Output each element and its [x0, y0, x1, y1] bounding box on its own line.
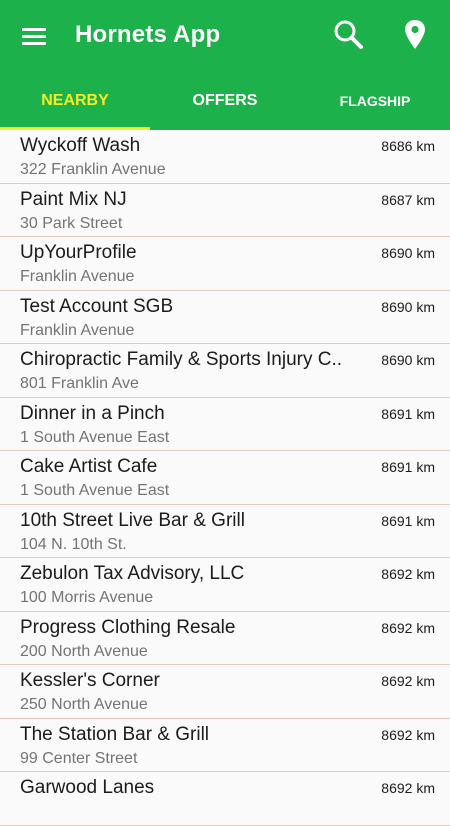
- place-name: Kessler's Corner: [20, 670, 160, 691]
- place-distance: 8691 km: [381, 405, 435, 422]
- place-address: Franklin Avenue: [20, 321, 135, 339]
- places-list[interactable]: Wyckoff Wash 322 Franklin Avenue 8686 km…: [0, 130, 450, 826]
- app-bar: Hornets App: [0, 0, 450, 72]
- hamburger-menu-icon[interactable]: [18, 22, 52, 50]
- list-item[interactable]: Paint Mix NJ 30 Park Street 8687 km: [0, 183, 450, 237]
- list-item[interactable]: The Station Bar & Grill 99 Center Street…: [0, 718, 450, 772]
- list-item[interactable]: Dinner in a Pinch 1 South Avenue East 86…: [0, 397, 450, 451]
- tab-flagship[interactable]: FLAGSHIP: [300, 72, 450, 130]
- place-distance: 8692 km: [381, 619, 435, 636]
- place-distance: 8692 km: [381, 726, 435, 743]
- tab-nearby[interactable]: NEARBY: [0, 72, 150, 130]
- list-item[interactable]: Wyckoff Wash 322 Franklin Avenue 8686 km: [0, 130, 450, 184]
- list-item[interactable]: Zebulon Tax Advisory, LLC 100 Morris Ave…: [0, 558, 450, 612]
- list-item[interactable]: Kessler's Corner 250 North Avenue 8692 k…: [0, 665, 450, 719]
- list-item[interactable]: 10th Street Live Bar & Grill 104 N. 10th…: [0, 504, 450, 558]
- place-address: 250 North Avenue: [20, 696, 148, 713]
- place-name: UpYourProfile: [20, 242, 137, 263]
- place-distance: 8692 km: [381, 780, 435, 796]
- place-distance: 8691 km: [381, 512, 435, 529]
- place-address: 99 Center Street: [20, 749, 138, 767]
- place-name: Progress Clothing Resale: [20, 616, 236, 638]
- place-distance: 8690 km: [381, 245, 435, 261]
- place-distance: 8686 km: [381, 138, 435, 154]
- place-address: 104 N. 10th St.: [20, 535, 127, 553]
- list-item[interactable]: UpYourProfile Franklin Avenue 8690 km: [0, 237, 450, 291]
- place-name: Garwood Lanes: [20, 777, 155, 798]
- place-name: 10th Street Live Bar & Grill: [20, 509, 245, 531]
- place-name: Zebulon Tax Advisory, LLC: [20, 563, 245, 584]
- list-item[interactable]: Progress Clothing Resale 200 North Avenu…: [0, 611, 450, 665]
- place-name: Wyckoff Wash: [20, 135, 141, 156]
- list-item[interactable]: Test Account SGB Franklin Avenue 8690 km: [0, 290, 450, 344]
- map-pin-icon[interactable]: [398, 16, 432, 54]
- tab-bar: NEARBY OFFERS FLAGSHIP: [0, 72, 450, 130]
- place-address: Franklin Avenue: [20, 268, 135, 285]
- place-name: Paint Mix NJ: [20, 188, 127, 210]
- place-name: Cake Artist Cafe: [20, 456, 158, 477]
- place-distance: 8692 km: [381, 673, 435, 689]
- place-address: 1 South Avenue East: [20, 482, 170, 499]
- app-title: Hornets App: [75, 21, 221, 48]
- place-address: 322 Franklin Avenue: [20, 161, 166, 178]
- search-icon[interactable]: [332, 18, 366, 52]
- list-item[interactable]: Garwood Lanes 8692 km: [0, 772, 450, 826]
- place-distance: 8691 km: [381, 459, 435, 475]
- list-item[interactable]: Cake Artist Cafe 1 South Avenue East 869…: [0, 451, 450, 505]
- place-address: 1 South Avenue East: [20, 428, 170, 446]
- place-name: Dinner in a Pinch: [20, 402, 165, 424]
- place-distance: 8690 km: [381, 298, 435, 315]
- place-address: 801 Franklin Ave: [20, 375, 139, 392]
- place-distance: 8690 km: [381, 352, 435, 368]
- place-distance: 8687 km: [381, 191, 435, 208]
- list-item[interactable]: Chiropractic Family & Sports Injury C.. …: [0, 344, 450, 398]
- place-address: 30 Park Street: [20, 214, 123, 232]
- place-name: Chiropractic Family & Sports Injury C..: [20, 349, 343, 370]
- place-name: Test Account SGB: [20, 295, 174, 317]
- place-distance: 8692 km: [381, 566, 435, 582]
- place-name: The Station Bar & Grill: [20, 723, 210, 745]
- place-address: 100 Morris Avenue: [20, 589, 154, 606]
- tab-offers[interactable]: OFFERS: [150, 72, 300, 130]
- place-address: 200 North Avenue: [20, 642, 148, 660]
